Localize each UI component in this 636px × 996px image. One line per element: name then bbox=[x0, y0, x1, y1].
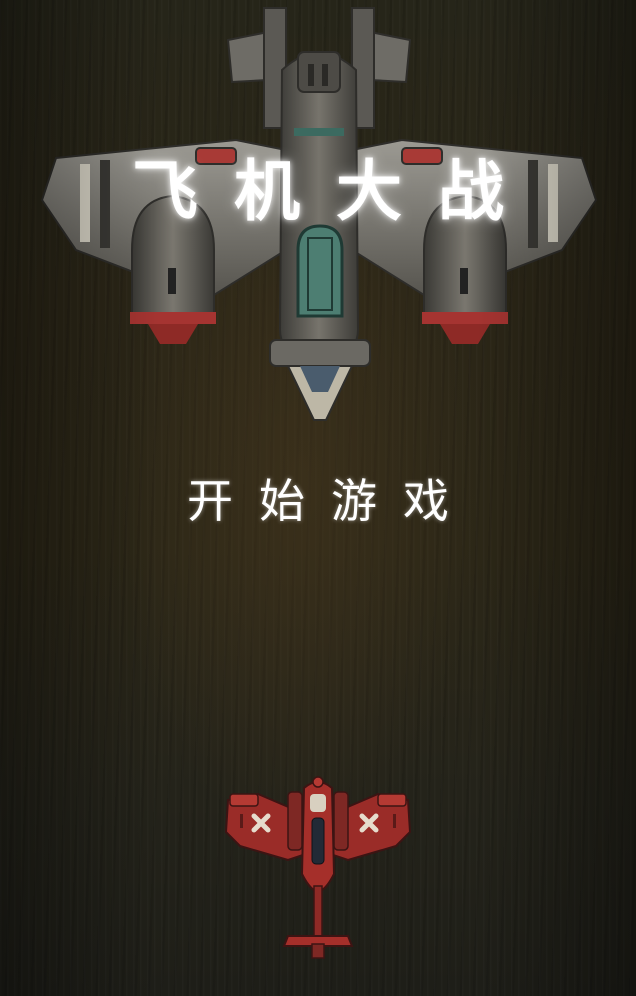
game-title: 飞机大战 bbox=[132, 153, 540, 230]
game-screen: 飞机大战 开始游戏 bbox=[0, 0, 636, 996]
player-plane[interactable] bbox=[222, 774, 414, 964]
start-game-button[interactable]: 开始游戏 bbox=[158, 462, 478, 534]
